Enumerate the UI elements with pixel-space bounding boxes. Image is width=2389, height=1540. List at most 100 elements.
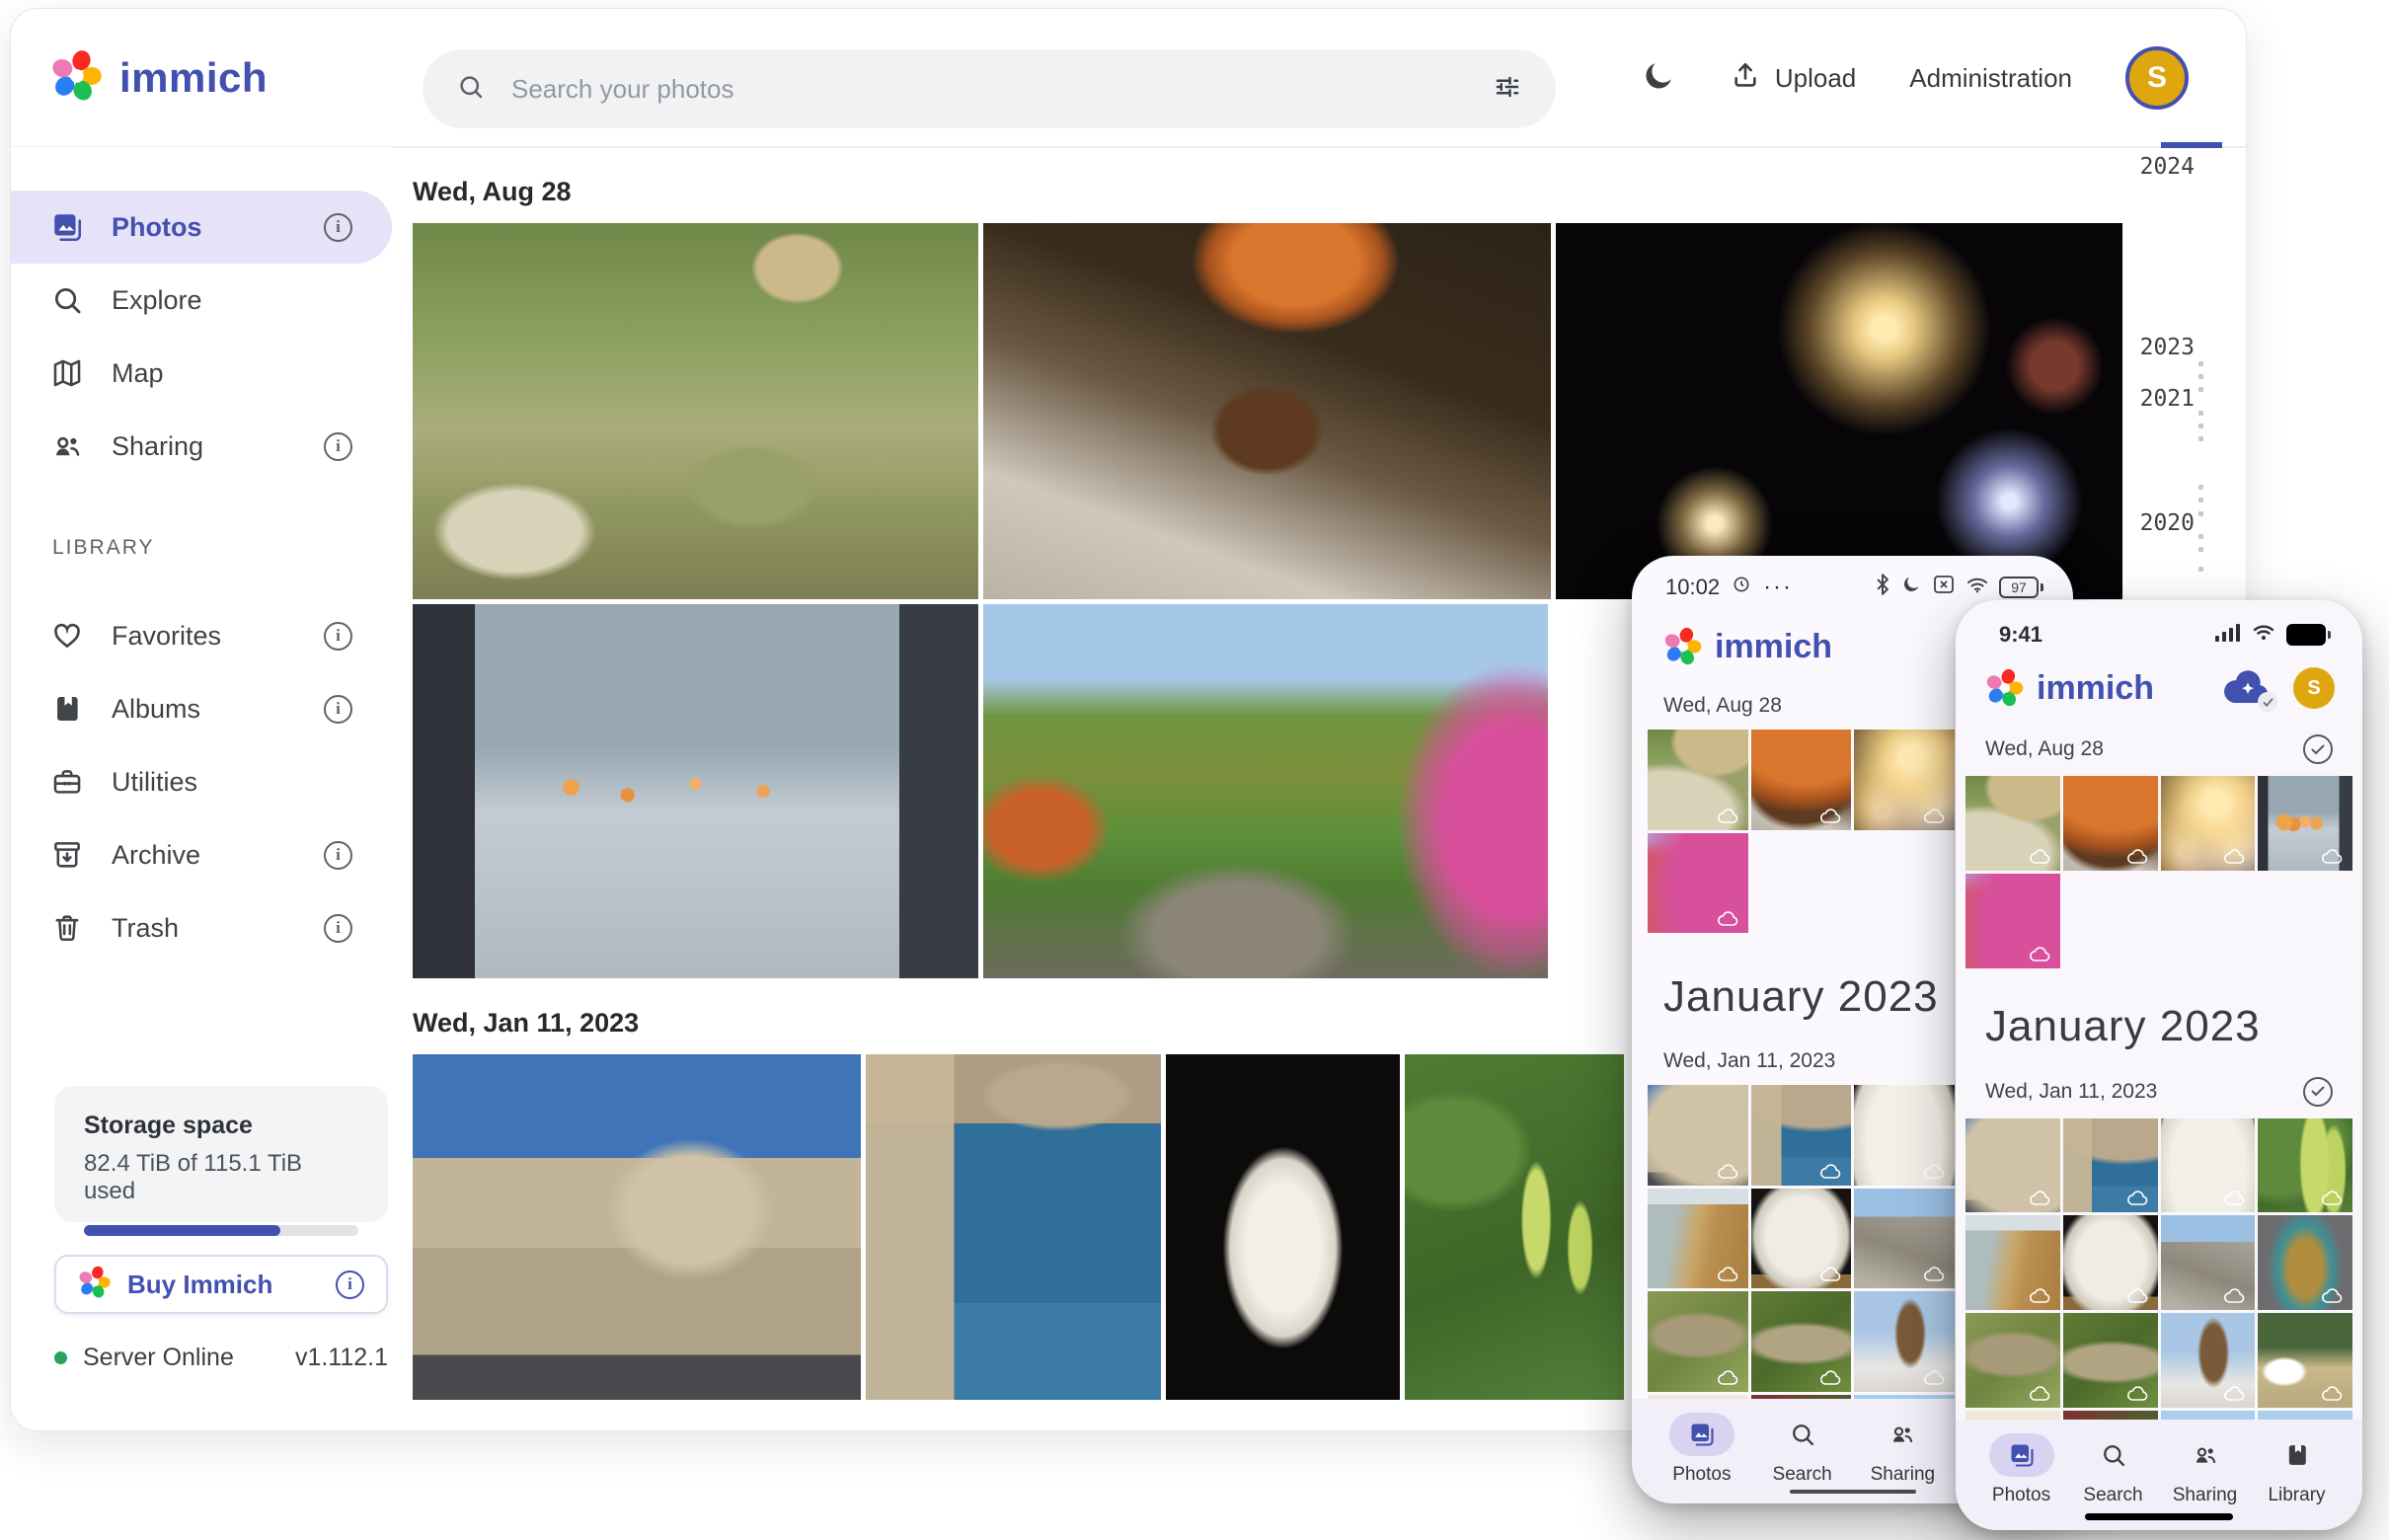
sidebar-item-label: Photos bbox=[112, 212, 202, 243]
photo-ruins[interactable] bbox=[2161, 1215, 2256, 1310]
photo-dinner[interactable] bbox=[983, 223, 1551, 599]
cloud-sync-icon bbox=[1717, 910, 1740, 927]
photo-lizard1[interactable] bbox=[1648, 1291, 1748, 1392]
info-icon[interactable]: i bbox=[324, 622, 352, 651]
photo-monkeys[interactable] bbox=[413, 223, 978, 599]
buy-immich-label: Buy Immich bbox=[127, 1270, 320, 1300]
nav-tab-search[interactable]: Search bbox=[1770, 1413, 1835, 1486]
immich-wordmark: immich bbox=[1715, 628, 1832, 666]
photo-grid bbox=[1965, 776, 2352, 968]
buy-immich-button[interactable]: Buy Immich i bbox=[54, 1255, 388, 1314]
photo-bust[interactable] bbox=[1166, 1054, 1400, 1400]
cloud-sync-icon bbox=[2223, 1287, 2247, 1304]
search-filter-icon[interactable] bbox=[1493, 72, 1522, 107]
home-indicator bbox=[1790, 1490, 1916, 1494]
photo-coast[interactable] bbox=[866, 1054, 1161, 1400]
nav-tab-photos[interactable]: Photos bbox=[1989, 1433, 2054, 1506]
info-icon[interactable]: i bbox=[324, 432, 352, 461]
info-icon[interactable]: i bbox=[324, 695, 352, 724]
photo-sculpt[interactable] bbox=[2063, 1215, 2158, 1310]
storage-card: Storage space 82.4 TiB of 115.1 TiB used bbox=[54, 1086, 388, 1222]
immich-logo[interactable]: immich bbox=[50, 49, 268, 108]
photo-path[interactable] bbox=[983, 604, 1548, 978]
upload-button[interactable]: Upload bbox=[1730, 59, 1856, 98]
cloud-sync-icon bbox=[2126, 1190, 2150, 1206]
photo-monkeys[interactable] bbox=[1648, 730, 1748, 830]
photo-ruins[interactable] bbox=[1854, 1189, 1955, 1289]
user-avatar[interactable]: S bbox=[2293, 667, 2335, 709]
sidebar-item-photos[interactable]: Photos i bbox=[11, 191, 392, 264]
timeline-year-2021[interactable]: 2021 bbox=[2125, 386, 2195, 412]
photo-fireworks[interactable] bbox=[1854, 730, 1955, 830]
backup-sync-icon[interactable] bbox=[2222, 668, 2273, 708]
timeline-year-2024[interactable]: 2024 bbox=[2125, 154, 2195, 180]
dark-mode-toggle[interactable] bbox=[1641, 58, 1676, 99]
photo-bust[interactable] bbox=[2161, 1118, 2256, 1213]
photo-monkeys[interactable] bbox=[1965, 776, 2060, 871]
select-day-checkbox[interactable] bbox=[2303, 734, 2333, 764]
nav-tab-photos[interactable]: Photos bbox=[1669, 1413, 1734, 1486]
photo-alpine[interactable] bbox=[2258, 1313, 2352, 1408]
sidebar-item-albums[interactable]: Albums i bbox=[11, 672, 392, 745]
photo-castle[interactable] bbox=[1648, 1085, 1748, 1186]
cloud-sync-icon bbox=[1923, 808, 1947, 824]
photo-beach[interactable] bbox=[1648, 1189, 1748, 1289]
sidebar-item-archive[interactable]: Archivei bbox=[11, 818, 392, 891]
photo-bust[interactable] bbox=[1854, 1085, 1955, 1186]
photo-path[interactable] bbox=[1648, 833, 1748, 934]
photo-fireworks[interactable] bbox=[2161, 776, 2256, 871]
photos-icon bbox=[50, 210, 84, 244]
photo-coast[interactable] bbox=[2063, 1118, 2158, 1213]
timeline-position-marker[interactable] bbox=[2161, 142, 2222, 148]
info-icon[interactable]: i bbox=[324, 914, 352, 943]
photo-fireworks[interactable] bbox=[1556, 223, 2122, 599]
photo-lizard2[interactable] bbox=[1751, 1291, 1852, 1392]
select-day-checkbox[interactable] bbox=[2303, 1077, 2333, 1107]
search-input[interactable]: Search your photos bbox=[423, 49, 1556, 128]
search-icon bbox=[1770, 1413, 1835, 1456]
photo-dinner[interactable] bbox=[2063, 776, 2158, 871]
timeline-year-2020[interactable]: 2020 bbox=[2125, 510, 2195, 536]
info-icon[interactable]: i bbox=[324, 213, 352, 242]
nav-tab-sharing[interactable]: Sharing bbox=[1870, 1413, 1935, 1486]
immich-logo: immich bbox=[1985, 668, 2154, 708]
photo-dinner[interactable] bbox=[1751, 730, 1852, 830]
photo-coast[interactable] bbox=[1751, 1085, 1852, 1186]
cloud-sync-icon bbox=[1923, 1163, 1947, 1180]
photo-sculpt[interactable] bbox=[1751, 1189, 1852, 1289]
sidebar-item-sharing[interactable]: Sharingi bbox=[11, 410, 392, 483]
photo-beach[interactable] bbox=[1965, 1215, 2060, 1310]
nav-tab-sharing[interactable]: Sharing bbox=[2173, 1433, 2238, 1506]
photo-castle[interactable] bbox=[1965, 1118, 2060, 1213]
photo-berries[interactable] bbox=[2258, 1118, 2352, 1213]
sidebar-item-utilities[interactable]: Utilities bbox=[11, 745, 392, 818]
sidebar-item-label: Albums bbox=[112, 694, 200, 725]
sidebar-item-map[interactable]: Map bbox=[11, 337, 392, 410]
photo-winter[interactable] bbox=[2161, 1313, 2256, 1408]
administration-link[interactable]: Administration bbox=[1909, 63, 2072, 94]
sidebar-item-explore[interactable]: Explore bbox=[11, 264, 392, 337]
ios-phone-mockup: 9:41 bbox=[1956, 600, 2362, 1530]
photo-hands[interactable] bbox=[413, 604, 978, 978]
sidebar-item-favorites[interactable]: Favoritesi bbox=[11, 599, 392, 672]
sidebar-item-trash[interactable]: Trashi bbox=[11, 891, 392, 964]
home-indicator bbox=[2085, 1513, 2233, 1520]
nav-tab-library[interactable]: Library bbox=[2265, 1433, 2330, 1506]
photo-lizard1[interactable] bbox=[1965, 1313, 2060, 1408]
info-icon[interactable]: i bbox=[324, 841, 352, 870]
wifi-icon bbox=[1965, 575, 1989, 600]
cloud-sync-icon bbox=[2223, 848, 2247, 865]
nav-tab-label: Search bbox=[1773, 1464, 1832, 1486]
photo-ornate[interactable] bbox=[2258, 1215, 2352, 1310]
photo-castle[interactable] bbox=[413, 1054, 861, 1400]
photo-winter[interactable] bbox=[1854, 1291, 1955, 1392]
nav-tab-label: Library bbox=[2268, 1485, 2325, 1506]
photo-path[interactable] bbox=[1965, 874, 2060, 968]
photo-berries[interactable] bbox=[1405, 1054, 1624, 1400]
timeline-tick-dot bbox=[2198, 498, 2203, 502]
timeline-year-2023[interactable]: 2023 bbox=[2125, 335, 2195, 360]
photo-hands[interactable] bbox=[2258, 776, 2352, 871]
user-avatar[interactable]: S bbox=[2125, 46, 2189, 110]
nav-tab-search[interactable]: Search bbox=[2081, 1433, 2146, 1506]
photo-lizard2[interactable] bbox=[2063, 1313, 2158, 1408]
